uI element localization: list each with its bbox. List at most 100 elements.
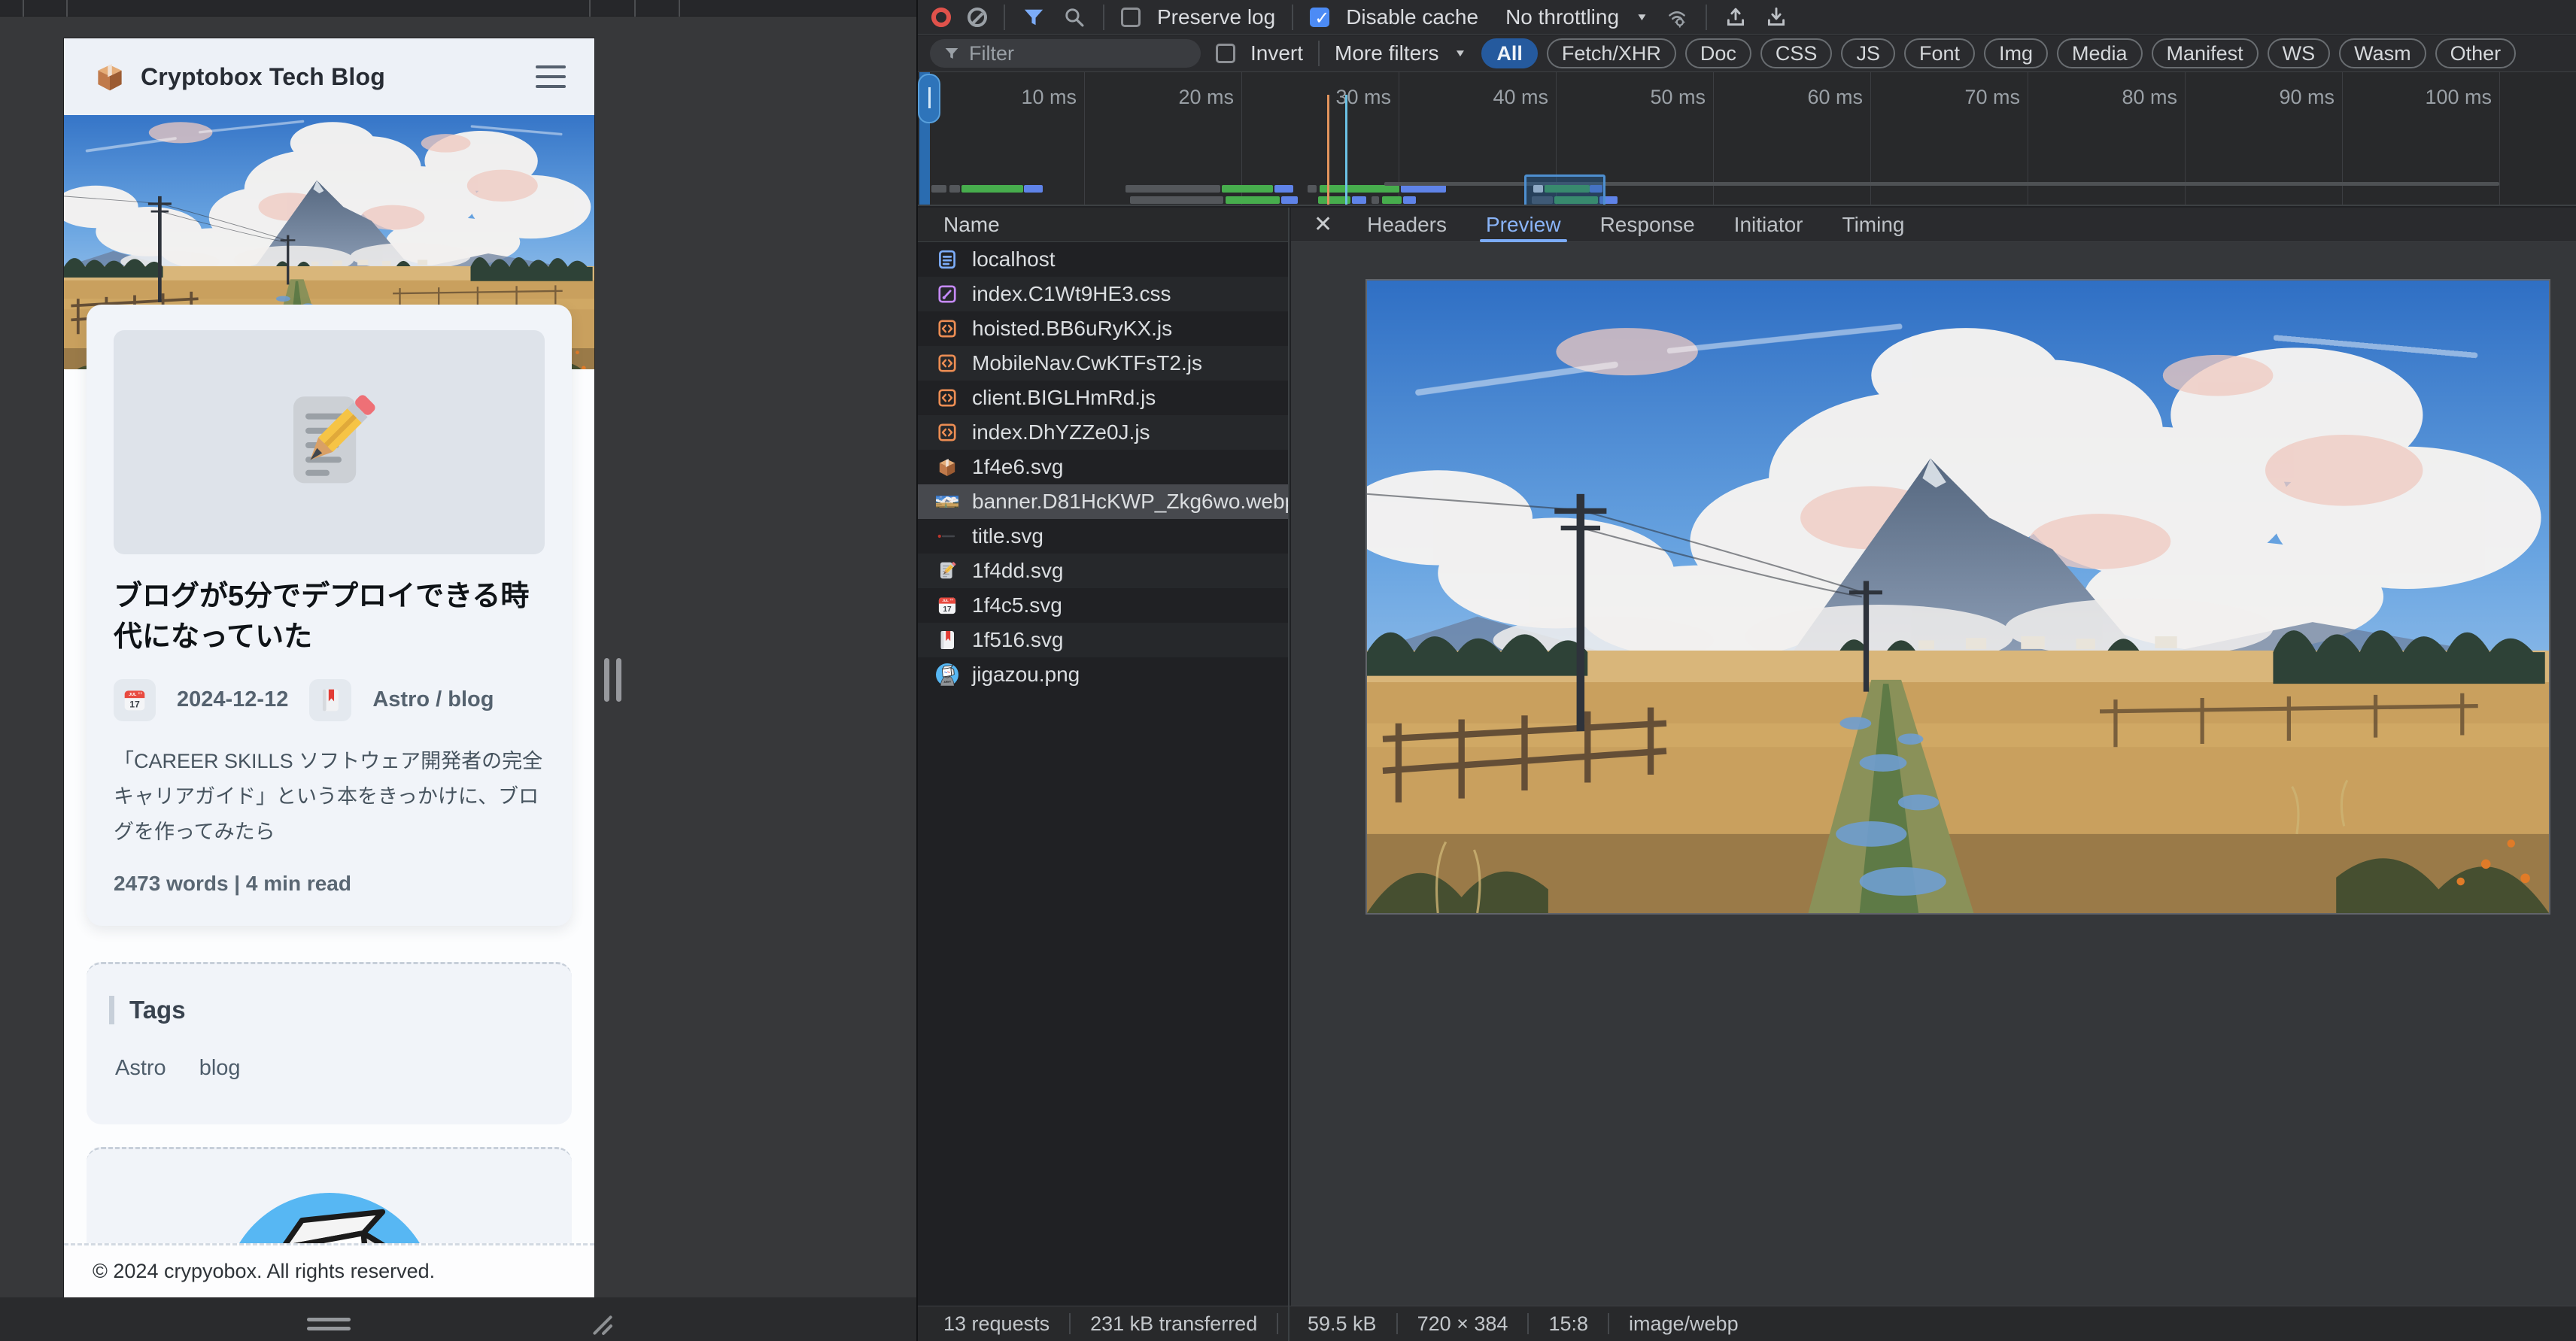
resize-corner-handle[interactable] xyxy=(588,1312,618,1339)
image-preview xyxy=(1365,279,2550,915)
waterfall-bar xyxy=(1222,185,1273,193)
request-row[interactable]: jigazou.png xyxy=(918,657,1288,692)
js-file-icon xyxy=(936,317,958,340)
device-toolbar-strip xyxy=(0,0,916,17)
css-file-icon xyxy=(936,283,958,305)
tag-link-astro[interactable]: Astro xyxy=(115,1056,166,1081)
request-row[interactable]: banner.D81HcKWP_Zkg6wo.webp xyxy=(918,484,1288,519)
request-name: client.BIGLHmRd.js xyxy=(972,386,1156,410)
panel-resize-handle-horizontal[interactable] xyxy=(307,1318,351,1330)
tags-heading: Tags xyxy=(109,996,549,1024)
status-selected-resource: 59.5 kB720 × 38415:8image/webp xyxy=(1291,1306,2576,1341)
chevron-down-icon[interactable]: ▼ xyxy=(1636,11,1648,23)
request-row[interactable]: client.BIGLHmRd.js xyxy=(918,381,1288,415)
waterfall-bar xyxy=(1274,185,1293,193)
filter-chip-ws[interactable]: WS xyxy=(2268,38,2331,68)
filter-chip-all[interactable]: All xyxy=(1481,38,1538,68)
search-icon[interactable] xyxy=(1062,5,1086,29)
post-title[interactable]: ブログが5分でデプロイできる時代になっていた xyxy=(114,577,545,658)
filter-icon[interactable] xyxy=(1022,5,1046,29)
filter-chip-img[interactable]: Img xyxy=(1984,38,2048,68)
filter-chip-doc[interactable]: Doc xyxy=(1685,38,1751,68)
throttling-select[interactable]: No throttling xyxy=(1505,5,1619,29)
request-row[interactable]: localhost xyxy=(918,242,1288,277)
chevron-down-icon[interactable]: ▼ xyxy=(1454,47,1467,59)
network-overview-timeline[interactable]: 10 ms20 ms30 ms40 ms50 ms60 ms70 ms80 ms… xyxy=(918,72,2576,206)
status-text: 13 requests xyxy=(943,1312,1050,1336)
image-file-icon xyxy=(936,490,958,513)
status-divider xyxy=(1069,1313,1071,1334)
export-har-icon[interactable] xyxy=(1764,5,1788,29)
memo-file-icon xyxy=(936,560,958,582)
panel-resize-handle-vertical[interactable] xyxy=(604,658,621,702)
timeline-tick-label: 70 ms xyxy=(1907,86,2020,109)
disable-cache-checkbox[interactable] xyxy=(1310,8,1329,27)
filter-chip-manifest[interactable]: Manifest xyxy=(2152,38,2259,68)
hamburger-menu-icon[interactable] xyxy=(536,65,566,88)
request-name: 1f4dd.svg xyxy=(972,559,1063,583)
request-row[interactable]: 1f4c5.svg xyxy=(918,588,1288,623)
request-row[interactable]: MobileNav.CwKTFsT2.js xyxy=(918,346,1288,381)
toolbar-divider xyxy=(1103,5,1104,30)
request-row[interactable]: title.svg xyxy=(918,519,1288,554)
request-name: 1f4e6.svg xyxy=(972,455,1063,479)
toolbar-divider xyxy=(1004,5,1005,30)
filter-chip-fetchxhr[interactable]: Fetch/XHR xyxy=(1547,38,1676,68)
calendar-file-icon xyxy=(936,594,958,617)
clear-network-log-button[interactable] xyxy=(968,8,987,27)
request-row[interactable]: hoisted.BB6uRyKX.js xyxy=(918,311,1288,346)
tab-response[interactable]: Response xyxy=(1584,208,1712,242)
invert-checkbox[interactable] xyxy=(1216,44,1235,63)
network-status-bar: 13 requests231 kB transferred38 59.5 kB7… xyxy=(918,1306,2576,1341)
post-categories[interactable]: Astro / blog xyxy=(372,687,494,712)
overview-window-grip[interactable] xyxy=(918,74,940,123)
tag-link-blog[interactable]: blog xyxy=(199,1056,241,1081)
invert-label[interactable]: Invert xyxy=(1250,41,1303,65)
filter-chip-js[interactable]: JS xyxy=(1841,38,1895,68)
filter-chip-other[interactable]: Other xyxy=(2435,38,2517,68)
calendar-icon xyxy=(114,679,156,721)
tab-timing[interactable]: Timing xyxy=(1826,208,1921,242)
preserve-log-checkbox[interactable] xyxy=(1121,8,1141,27)
filter-chip-media[interactable]: Media xyxy=(2057,38,2143,68)
details-tab-bar: ✕ HeadersPreviewResponseInitiatorTiming xyxy=(1291,208,2576,242)
preserve-log-label[interactable]: Preserve log xyxy=(1157,5,1275,29)
more-filters-button[interactable]: More filters xyxy=(1335,41,1438,65)
request-name: MobileNav.CwKTFsT2.js xyxy=(972,351,1202,375)
bookmark-file-icon xyxy=(936,629,958,651)
post-reading-info: 2473 words | 4 min read xyxy=(114,872,545,896)
article-card[interactable]: ブログが5分でデプロイできる時代になっていた 2024-12-12 Astro … xyxy=(87,305,572,926)
filter-chip-css[interactable]: CSS xyxy=(1760,38,1833,68)
import-har-icon[interactable] xyxy=(1724,5,1748,29)
article-hero xyxy=(114,330,545,554)
request-row[interactable]: 1f516.svg xyxy=(918,623,1288,657)
disable-cache-label[interactable]: Disable cache xyxy=(1346,5,1478,29)
request-name: banner.D81HcKWP_Zkg6wo.webp xyxy=(972,490,1290,514)
network-toolbar: Preserve log Disable cache No throttling… xyxy=(918,0,2576,35)
tab-headers[interactable]: Headers xyxy=(1350,208,1463,242)
request-row[interactable]: index.C1Wt9HE3.css xyxy=(918,277,1288,311)
timeline-tick-label: 50 ms xyxy=(1593,86,1706,109)
package-file-icon xyxy=(936,456,958,478)
tab-initiator[interactable]: Initiator xyxy=(1718,208,1820,242)
network-conditions-icon[interactable] xyxy=(1665,5,1689,29)
memo-icon xyxy=(269,382,390,502)
record-network-log-button[interactable] xyxy=(931,8,951,27)
post-description: 「CAREER SKILLS ソフトウェア開発者の完全キャリアガイド」という本を… xyxy=(114,744,545,851)
request-row[interactable]: 1f4e6.svg xyxy=(918,450,1288,484)
timeline-tick-label: 90 ms xyxy=(2222,86,2334,109)
status-summary: 13 requests231 kB transferred38 xyxy=(918,1306,1290,1341)
request-name: index.C1Wt9HE3.css xyxy=(972,282,1171,306)
close-icon[interactable]: ✕ xyxy=(1302,211,1344,238)
waterfall-bar xyxy=(1401,185,1446,193)
request-row[interactable]: index.DhYZZe0J.js xyxy=(918,415,1288,450)
name-column-header[interactable]: Name xyxy=(918,208,1288,242)
timeline-tick-label: 10 ms xyxy=(964,86,1077,109)
tab-preview[interactable]: Preview xyxy=(1469,208,1578,242)
status-divider xyxy=(1277,1313,1278,1334)
blog-site-title[interactable]: Cryptobox Tech Blog xyxy=(141,63,385,91)
filter-input[interactable]: Filter xyxy=(930,39,1201,68)
filter-chip-font[interactable]: Font xyxy=(1904,38,1975,68)
request-row[interactable]: 1f4dd.svg xyxy=(918,554,1288,588)
filter-chip-wasm[interactable]: Wasm xyxy=(2339,38,2426,68)
